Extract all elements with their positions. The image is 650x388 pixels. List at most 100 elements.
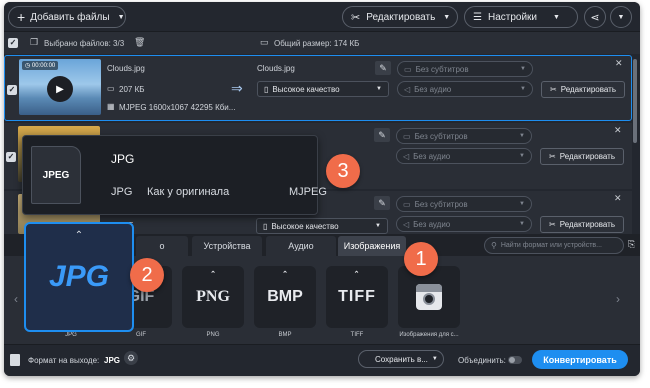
format-tile-tiff[interactable]: ⌃ TIFF [326, 266, 388, 328]
subtitles-icon: ▭ [403, 199, 411, 209]
format-caption: GIF [136, 332, 146, 338]
film-icon: ▦ [107, 102, 115, 111]
tab-images[interactable]: Изображения [338, 236, 406, 256]
audio-label: Без аудио [413, 219, 451, 229]
share-icon: ⋖ [590, 11, 600, 24]
tab-images-label: Изображения [343, 241, 401, 251]
callout-number: 1 [415, 247, 427, 270]
tab-audio-label: Аудио [288, 241, 314, 251]
chevron-right-icon[interactable]: › [616, 292, 620, 306]
jpeg-file-icon-label: JPEG [42, 169, 70, 181]
chevron-left-icon[interactable]: ‹ [14, 292, 18, 306]
close-icon[interactable]: ✕ [614, 125, 622, 136]
callout-badge-2: 2 [130, 258, 164, 292]
subtitles-label: Без субтитров [414, 199, 468, 209]
file-name: Clouds.jpg [107, 64, 145, 73]
duration-label: 00:00:00 [31, 63, 56, 69]
pencil-icon[interactable]: ✎ [374, 128, 390, 142]
file-row[interactable]: ✓ ◷ 00:00:00 ▶ Clouds.jpg ▭ 207 КБ ▦ MJP… [4, 55, 632, 121]
callout-number: 3 [337, 159, 349, 182]
format-search[interactable]: ⚲ Найти формат или устройств... [484, 237, 624, 254]
chevron-down-icon: ▼ [431, 356, 438, 362]
output-format-value: JPG [104, 356, 121, 365]
format-tile-jpg-highlight[interactable]: ⌃ JPG [24, 222, 134, 332]
save-to-button[interactable]: Сохранить в... ▼ [358, 350, 444, 368]
subtitles-icon: ▭ [403, 131, 411, 141]
plus-icon: + [17, 9, 26, 25]
tab-devices[interactable]: Устройства [192, 236, 262, 256]
chevron-down-icon: ▼ [519, 133, 525, 139]
format-tile-png[interactable]: ⌃ PNG [182, 266, 244, 328]
audio-select[interactable]: ◁ Без аудио ▼ [396, 216, 532, 232]
audio-select[interactable]: ◁ Без аудио ▼ [396, 148, 532, 164]
convert-label: Конвертировать [543, 354, 617, 365]
jpeg-file-icon: JPEG [31, 146, 81, 204]
output-format-icon [10, 354, 20, 366]
document-icon: ▯ [264, 84, 269, 94]
more-button[interactable]: ▼ [610, 6, 632, 28]
merge-toggle[interactable] [508, 356, 522, 364]
subtitles-label: Без субтитров [414, 131, 468, 141]
scrollbar-thumb[interactable] [633, 59, 637, 143]
subtitles-select[interactable]: ▭ Без субтитров ▼ [396, 128, 532, 144]
close-icon[interactable]: ✕ [614, 193, 622, 204]
subtitles-label: Без субтитров [415, 64, 469, 74]
quality-select[interactable]: ▯ Высокое качество ▼ [257, 81, 389, 97]
trash-icon[interactable]: 🗑 [134, 37, 145, 48]
video-thumbnail[interactable]: ◷ 00:00:00 ▶ [19, 59, 101, 115]
format-search-input[interactable]: Найти формат или устройств... [501, 242, 602, 249]
tab-video[interactable]: о [136, 236, 188, 256]
selected-count: Выбрано файлов: 3/3 [44, 39, 125, 48]
settings-label: Настройки [487, 11, 538, 23]
audio-select[interactable]: ◁ Без аудио ▼ [397, 81, 533, 97]
chevron-down-icon: ▼ [375, 223, 381, 229]
settings-button[interactable]: ☰ Настройки ▼ [464, 6, 578, 28]
chevron-up-icon: ⌃ [282, 271, 288, 278]
add-files-label: Добавить файлы [30, 11, 110, 23]
scrollbar[interactable] [632, 55, 638, 233]
quality-select[interactable]: ▯ Высокое качество ▼ [256, 218, 388, 234]
gear-icon[interactable]: ⚙ [124, 351, 138, 365]
total-size: Общий размер: 174 КБ [274, 39, 360, 48]
subtitles-select[interactable]: ▭ Без субтитров ▼ [397, 61, 533, 77]
add-files-button[interactable]: + Добавить файлы ▼ [8, 6, 126, 28]
format-tile-social-images[interactable] [398, 266, 460, 328]
format-caption: TIFF [350, 332, 364, 338]
file-checkbox[interactable]: ✓ [7, 85, 17, 95]
share-button[interactable]: ⋖ [584, 6, 606, 28]
close-icon[interactable]: ✕ [615, 58, 623, 69]
audio-label: Без аудио [413, 151, 451, 161]
convert-button[interactable]: Конвертировать [532, 350, 628, 369]
format-caption: BMP [278, 332, 292, 338]
edit-menu-button[interactable]: ✂ Редактировать ▼ [342, 6, 458, 28]
speaker-icon: ◁ [403, 219, 410, 229]
tab-audio[interactable]: Аудио [266, 236, 336, 256]
chevron-down-icon: ▼ [520, 66, 526, 72]
select-all-checkbox[interactable]: ✓ [8, 38, 18, 48]
edit-file-button[interactable]: ✂ Редактировать [540, 216, 624, 233]
format-tile-label: TIFF [338, 288, 376, 305]
chevron-down-icon: ▼ [553, 13, 560, 21]
scissors-icon: ✂ [549, 152, 556, 161]
chevron-down-icon: ▼ [519, 153, 525, 159]
subtitles-select[interactable]: ▭ Без субтитров ▼ [396, 196, 532, 212]
pencil-icon[interactable]: ✎ [375, 61, 391, 75]
output-file-name: Clouds.jpg [257, 64, 295, 73]
merge-label: Объединить: [458, 356, 506, 365]
chevron-up-icon: ⌃ [210, 270, 216, 278]
edit-file-button[interactable]: ✂ Редактировать [541, 81, 625, 98]
edit-file-label: Редактировать [560, 85, 616, 94]
play-icon[interactable]: ▶ [47, 76, 73, 102]
edit-file-button[interactable]: ✂ Редактировать [540, 148, 624, 165]
chevron-down-icon: ▼ [117, 13, 125, 21]
format-caption: Изображения для с... [399, 332, 459, 338]
chevron-up-icon: ⌃ [353, 271, 361, 278]
pencil-icon[interactable]: ✎ [374, 196, 390, 210]
format-caption: PNG [206, 332, 220, 338]
format-tile-bmp[interactable]: ⌃ BMP [254, 266, 316, 328]
callout-badge-3: 3 [326, 154, 360, 188]
import-icon[interactable]: ⎘ [628, 239, 635, 250]
files-icon: ❐ [30, 37, 39, 47]
quality-label: Высокое качество [271, 221, 339, 231]
file-checkbox[interactable]: ✓ [6, 152, 16, 162]
